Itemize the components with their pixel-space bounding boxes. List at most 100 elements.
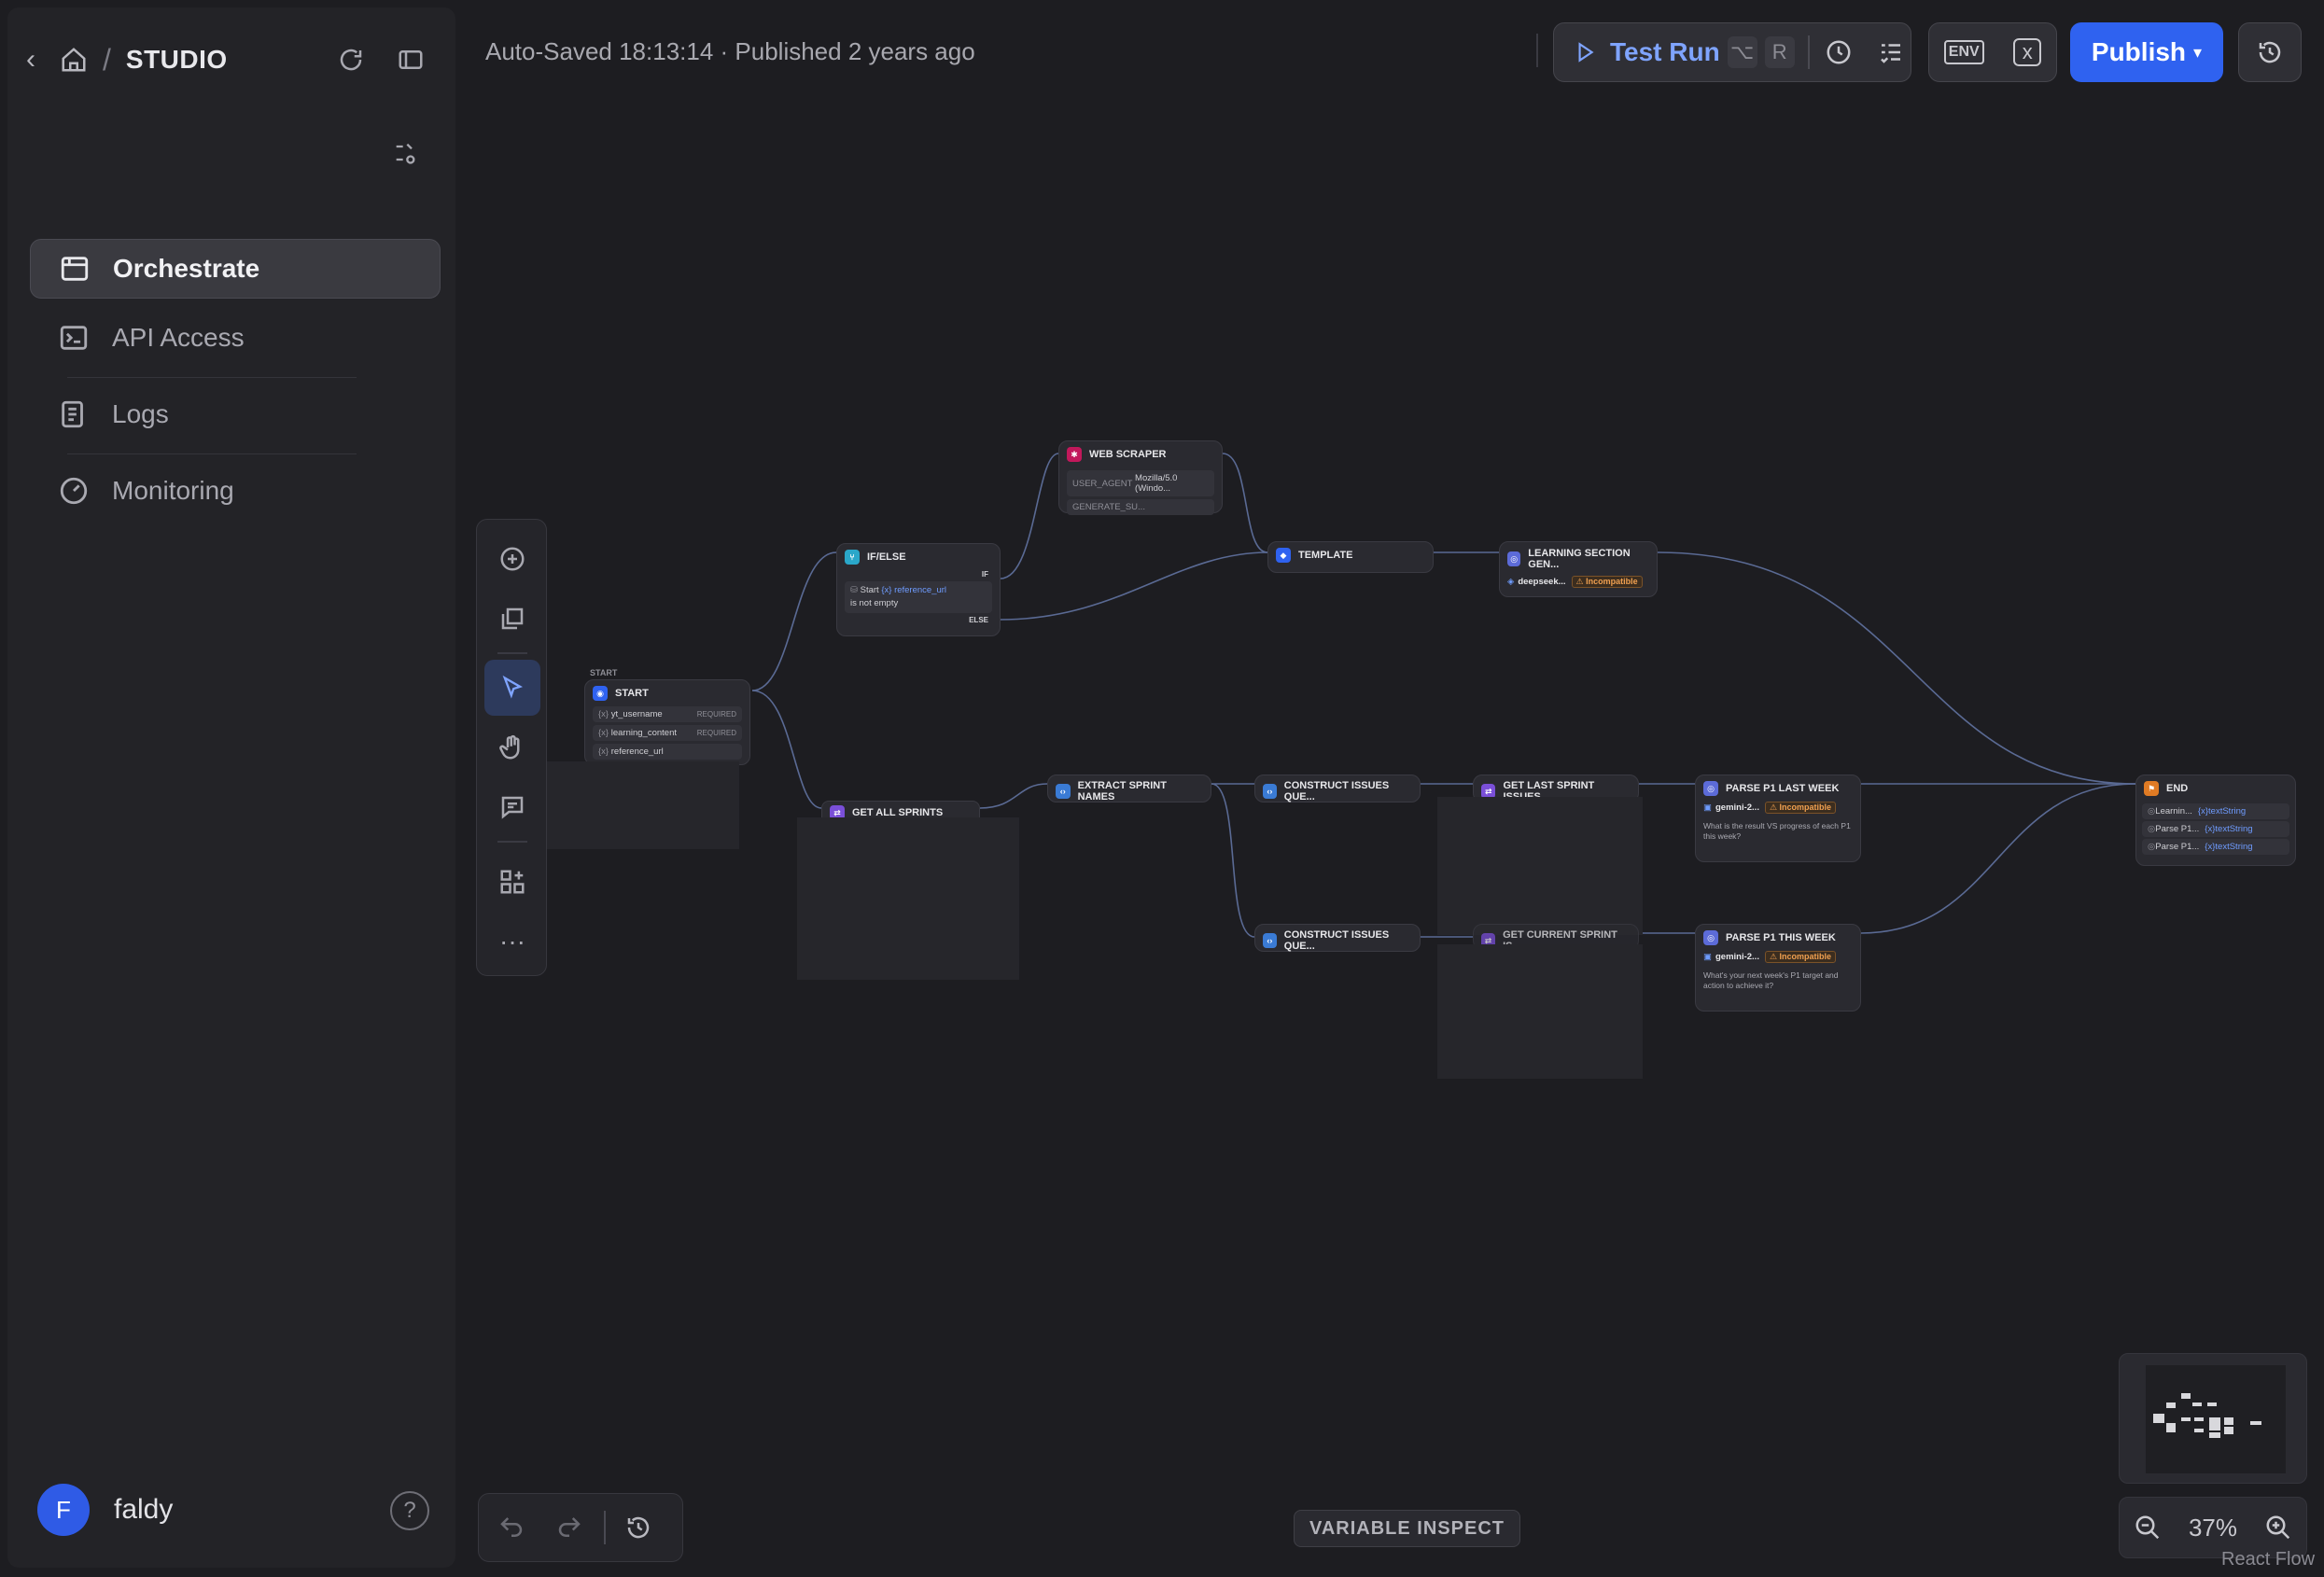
brain-icon: ◎ <box>1703 930 1718 945</box>
flag-icon: ⚑ <box>2144 781 2159 796</box>
add-note-icon[interactable] <box>484 591 540 647</box>
badge-text: Incompatible <box>1586 577 1638 586</box>
end-node[interactable]: ⚑ END ◎ Learnin... {x}textString ◎ Parse P1.… <box>2135 775 2296 866</box>
undo-icon[interactable] <box>497 1514 525 1542</box>
param-key: GENERATE_SU... <box>1072 502 1145 512</box>
node-placeholder <box>532 761 739 849</box>
hand-icon[interactable] <box>484 719 540 775</box>
variable-name: yt_username <box>610 709 663 719</box>
condition-operator: is not empty <box>850 598 899 608</box>
zoom-out-icon[interactable] <box>2134 1514 2162 1542</box>
code-icon: ‹› <box>1263 933 1277 948</box>
badge-text: Incompatible <box>1779 952 1832 961</box>
minimap-preview <box>2146 1365 2286 1473</box>
param-row: USER_AGENT Mozilla/5.0 (Windo... <box>1067 470 1214 496</box>
organize-icon[interactable] <box>484 854 540 910</box>
node-title: PARSE P1 LAST WEEK <box>1726 783 1840 794</box>
canvas-toolbar: ··· <box>476 519 547 976</box>
zoom-level[interactable]: 37% <box>2189 1514 2237 1542</box>
if-label: IF <box>981 570 988 579</box>
variable-name: reference_url <box>610 747 664 757</box>
zoom-in-icon[interactable] <box>2264 1514 2292 1542</box>
start-node-caption: START <box>590 668 618 677</box>
if-else-node[interactable]: ⑂ IF/ELSE IF ⛁ Start {x} reference_url is… <box>836 543 1001 636</box>
condition-variable: reference_url <box>894 585 947 595</box>
brain-icon: ◎ <box>1507 551 1521 566</box>
code-node-construct-issues-1[interactable]: ‹› CONSTRUCT ISSUES QUE... <box>1254 775 1421 802</box>
required-badge: REQUIRED <box>696 710 736 719</box>
param-value: Mozilla/5.0 (Windo... <box>1135 473 1178 494</box>
output-type: textString <box>2215 824 2253 834</box>
badge-text: Incompatible <box>1779 802 1832 812</box>
history-icon[interactable] <box>624 1514 652 1542</box>
llm-node-learning[interactable]: ◎ LEARNING SECTION GEN... ◈ deepseek... ⚠… <box>1499 541 1658 597</box>
incompatible-badge: ⚠ Incompatible <box>1571 576 1643 588</box>
node-placeholder <box>797 817 1019 980</box>
node-title: PARSE P1 THIS WEEK <box>1726 932 1836 943</box>
divider <box>497 841 527 843</box>
pointer-icon[interactable] <box>484 660 540 716</box>
prompt-preview: What is the result VS progress of each P… <box>1703 821 1851 841</box>
model-icon: ▣ <box>1703 802 1712 813</box>
prompt-preview: What's your next week's P1 target and ac… <box>1703 970 1839 990</box>
output-row: ◎ Parse P1... {x}textString <box>2142 821 2289 837</box>
template-node[interactable]: ◆ TEMPLATE <box>1267 541 1434 573</box>
node-title: IF/ELSE <box>867 551 906 563</box>
incompatible-badge: ⚠ Incompatible <box>1764 802 1837 814</box>
history-controls <box>478 1493 683 1562</box>
start-node[interactable]: ◉ START {x} yt_username REQUIRED {x} learn… <box>584 679 750 765</box>
react-flow-attribution[interactable]: React Flow <box>2221 1549 2315 1570</box>
llm-node-parse-p1-this-week[interactable]: ◎ PARSE P1 THIS WEEK ▣ gemini-2... ⚠ Inco… <box>1695 924 1861 1012</box>
comment-icon[interactable] <box>484 779 540 835</box>
incompatible-badge: ⚠ Incompatible <box>1764 951 1837 963</box>
node-title: CONSTRUCT ISSUES QUE... <box>1283 929 1390 952</box>
node-title: CONSTRUCT ISSUES QUE... <box>1283 780 1390 802</box>
start-variable: {x} reference_url <box>593 744 742 760</box>
divider <box>604 1511 606 1544</box>
spider-icon: ✱ <box>1067 447 1082 462</box>
code-node-construct-issues-2[interactable]: ‹› CONSTRUCT ISSUES QUE... <box>1254 924 1421 952</box>
node-placeholder <box>1437 797 1643 935</box>
node-placeholder <box>1437 944 1643 1079</box>
condition: ⛁ Start {x} reference_url is not empty <box>845 581 992 613</box>
output-type: textString <box>2215 842 2253 852</box>
redo-icon[interactable] <box>555 1514 583 1542</box>
web-scraper-node[interactable]: ✱ WEB SCRAPER USER_AGENT Mozilla/5.0 (Win… <box>1058 440 1223 515</box>
required-badge: REQUIRED <box>696 729 736 737</box>
model-name: deepseek... <box>1518 577 1566 587</box>
output-name: Parse P1... <box>2155 842 2200 852</box>
model-icon: ◈ <box>1507 577 1515 587</box>
template-icon: ◆ <box>1276 548 1291 563</box>
start-variable: {x} yt_username REQUIRED <box>593 706 742 722</box>
node-title: END <box>2166 783 2189 794</box>
node-title: EXTRACT SPRINT NAMES <box>1077 780 1167 802</box>
llm-node-parse-p1-last-week[interactable]: ◎ PARSE P1 LAST WEEK ▣ gemini-2... ⚠ Inco… <box>1695 775 1861 862</box>
divider <box>497 652 527 654</box>
node-title: TEMPLATE <box>1298 550 1353 561</box>
branch-icon: ⑂ <box>845 550 860 565</box>
node-title: START <box>615 688 649 699</box>
user-icon: ◉ <box>593 686 608 701</box>
node-title: WEB SCRAPER <box>1089 449 1167 460</box>
model-name: gemini-2... <box>1715 952 1759 962</box>
add-node-icon[interactable] <box>484 531 540 587</box>
code-icon: ‹› <box>1263 784 1277 799</box>
output-row: ◎ Parse P1... {x}textString <box>2142 839 2289 855</box>
param-key: USER_AGENT <box>1072 478 1133 489</box>
model-icon: ▣ <box>1703 952 1712 962</box>
node-title: LEARNING SECTION GEN... <box>1528 548 1631 570</box>
output-type: textString <box>2208 806 2247 816</box>
else-label: ELSE <box>969 616 988 624</box>
condition-source: Start <box>860 585 879 595</box>
code-icon: ‹› <box>1056 784 1071 799</box>
start-variable: {x} learning_content REQUIRED <box>593 725 742 741</box>
variable-inspect-button[interactable]: VARIABLE INSPECT <box>1294 1510 1520 1547</box>
output-row: ◎ Learnin... {x}textString <box>2142 803 2289 819</box>
code-node-extract-sprint-names[interactable]: ‹› EXTRACT SPRINT NAMES <box>1047 775 1211 802</box>
brain-icon: ◎ <box>1703 781 1718 796</box>
model-name: gemini-2... <box>1715 802 1759 813</box>
output-name: Learnin... <box>2155 806 2192 816</box>
output-name: Parse P1... <box>2155 824 2200 834</box>
more-icon[interactable]: ··· <box>484 914 540 970</box>
minimap[interactable] <box>2119 1353 2307 1484</box>
